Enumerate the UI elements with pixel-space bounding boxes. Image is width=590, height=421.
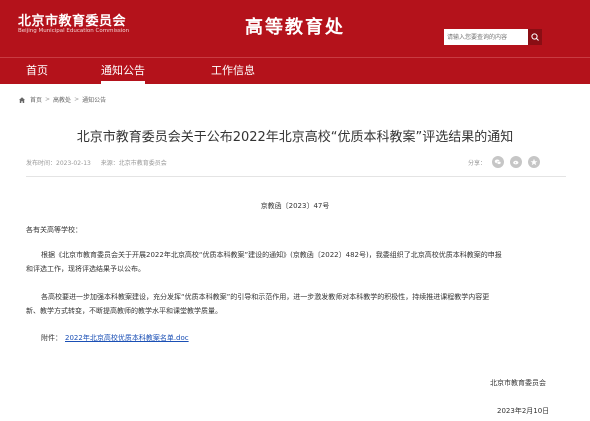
main-nav: 首页 通知公告 工作信息 [0,57,590,84]
breadcrumb-separator: > [45,96,51,103]
search-icon [531,33,539,41]
search-box [444,29,542,45]
wechat-share-button[interactable] [492,156,505,168]
paragraph-1-line-1: 根据《北京市教育委员会关于开展2022年北京高校“优质本科教案”建设的通知》(京… [41,251,502,259]
qzone-icon [530,158,538,166]
site-header: 北京市教育委员会 Beijing Municipal Education Com… [0,0,590,57]
weibo-share-button[interactable] [510,156,523,168]
logo-subtitle: Beijing Municipal Education Commission [18,28,130,34]
department-title: 高等教育处 [245,17,345,38]
document-number: 京教函〔2023〕47号 [260,202,330,210]
article-meta: 发布时间：2023-02-13 来源：北京市教育委员会 [26,158,175,167]
attachment-link[interactable]: 2022年北京高校优质本科教案名单.doc [65,333,189,343]
publish-date: 发布时间：2023-02-13 [26,160,91,167]
qzone-share-button[interactable] [528,156,541,168]
breadcrumb-separator: > [74,96,80,103]
search-button[interactable] [528,29,542,45]
attachment-label: 附件： [41,334,62,342]
nav-item-notices[interactable]: 通知公告 [101,58,145,84]
home-icon [19,96,25,103]
salutation: 各有关高等学校： [26,226,82,234]
logo-title[interactable]: 北京市教育委员会 [18,10,126,29]
nav-item-work-info[interactable]: 工作信息 [211,58,255,84]
breadcrumb: 首页 > 高教处 > 通知公告 [18,95,106,104]
article-source: 来源：北京市教育委员会 [100,160,167,167]
breadcrumb-notices[interactable]: 通知公告 [82,95,106,104]
weibo-icon [513,160,519,165]
meta-divider [26,176,566,177]
signature-date: 2023年2月10日 [497,407,550,415]
share-label: 分享： [468,159,487,167]
share-bar: 分享： [468,156,541,168]
paragraph-2-line-2: 新、教学方式转变，不断提高教师的教学水平和课堂教学质量。 [26,307,222,315]
nav-item-home[interactable]: 首页 [26,58,48,84]
signature: 北京市教育委员会 [490,379,546,387]
article-title: 北京市教育委员会关于公布2022年北京高校“优质本科教案”评选结果的通知 [76,130,514,145]
paragraph-1-line-2: 和评选工作，现将评选结果予以公布。 [26,265,145,273]
search-input[interactable] [444,29,528,45]
breadcrumb-higher-ed[interactable]: 高教处 [53,95,71,104]
breadcrumb-home[interactable]: 首页 [30,95,42,104]
wechat-icon [494,159,502,165]
paragraph-2-line-1: 各高校要进一步加强本科教案建设，充分发挥“优质本科教案”的引导和示范作用，进一步… [41,293,490,301]
